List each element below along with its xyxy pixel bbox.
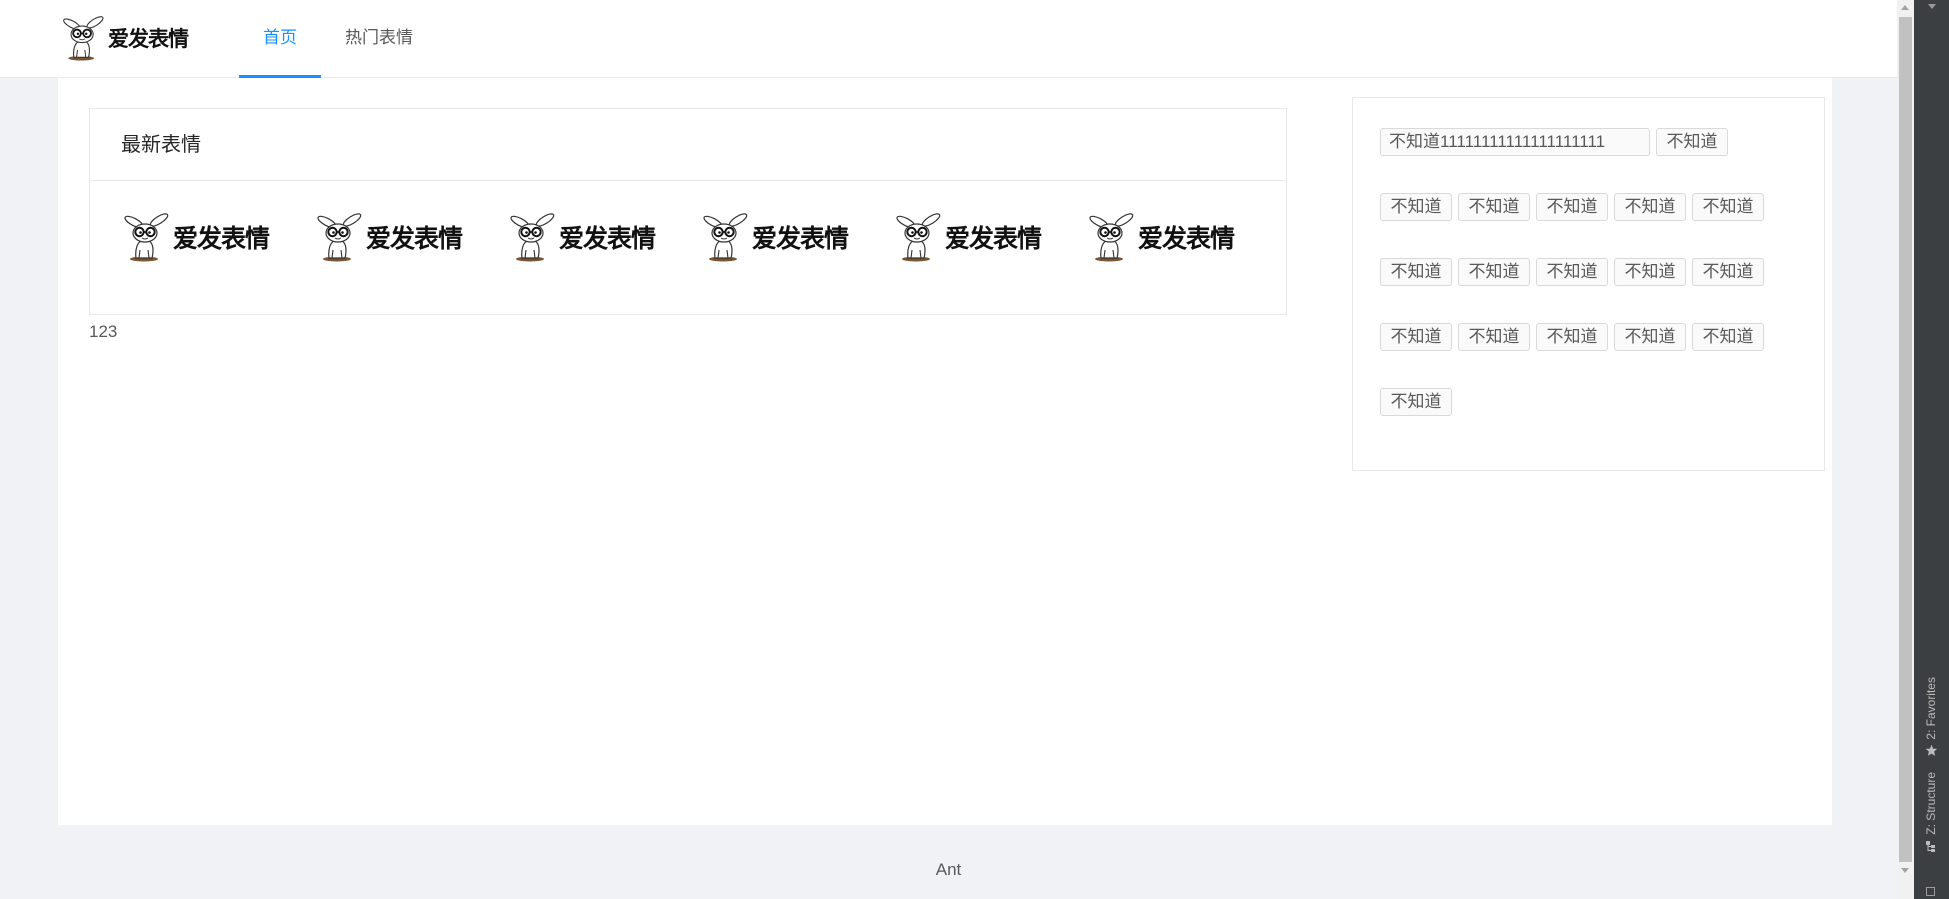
emoji-item[interactable]: 爱发表情 (700, 212, 862, 262)
tag[interactable]: 不知道 (1614, 258, 1686, 286)
tag-cloud-card: 不知道11111111111111111111 不知道 不知道 不知道 不知道 不知道 不知… (1352, 97, 1825, 471)
tag[interactable]: 不知道 (1458, 323, 1530, 351)
chevron-down-icon[interactable] (1928, 4, 1936, 9)
structure-icon (1926, 841, 1935, 852)
scroll-down-arrow-icon[interactable] (1901, 868, 1909, 873)
vertical-scrollbar[interactable] (1897, 0, 1914, 899)
tag[interactable]: 不知道 (1692, 323, 1764, 351)
latest-emojis-card: 最新表情 爱发表情 爱发表情 爱发表情 爱发表情 爱发表情 爱发表情 (89, 108, 1287, 315)
site-logo[interactable]: 爱发表情 (60, 15, 189, 61)
rabbit-with-glasses-icon (314, 212, 364, 262)
nav-item-hot-emojis[interactable]: 热门表情 (321, 0, 437, 78)
top-header: 爱发表情 首页 热门表情 (0, 0, 1897, 78)
tag[interactable]: 不知道 (1380, 193, 1452, 221)
emoji-caption: 爱发表情 (945, 224, 1042, 253)
footer-text: Ant (935, 860, 962, 879)
main-nav: 首页 热门表情 (239, 0, 437, 78)
emoji-caption: 爱发表情 (173, 224, 270, 253)
latest-emojis-title: 最新表情 (90, 109, 1286, 181)
tag[interactable]: 不知道 (1692, 193, 1764, 221)
emoji-caption: 爱发表情 (752, 224, 849, 253)
below-card-text: 123 (89, 322, 118, 341)
emoji-item[interactable]: 爱发表情 (893, 212, 1055, 262)
emoji-caption: 爱发表情 (366, 224, 463, 253)
star-icon (1925, 744, 1938, 756)
emoji-item[interactable]: 爱发表情 (314, 212, 476, 262)
structure-tab[interactable]: Z: Structure (1924, 772, 1938, 835)
tag[interactable]: 不知道 (1458, 193, 1530, 221)
tag[interactable]: 不知道 (1536, 258, 1608, 286)
tag[interactable]: 不知道11111111111111111111 (1380, 128, 1650, 156)
main-content: 最新表情 爱发表情 爱发表情 爱发表情 爱发表情 爱发表情 爱发表情 123 不知道111… (58, 78, 1832, 825)
tag-list: 不知道11111111111111111111 不知道 不知道 不知道 不知道 不知道 不知… (1380, 128, 1780, 453)
nav-item-home[interactable]: 首页 (239, 0, 321, 78)
ide-side-panel: 2: Favorites Z: Structure (1914, 0, 1949, 899)
rabbit-with-glasses-icon (507, 212, 557, 262)
panel-toggle-icon[interactable] (1926, 887, 1935, 896)
emoji-caption: 爱发表情 (1138, 224, 1235, 253)
tag[interactable]: 不知道 (1614, 323, 1686, 351)
tag[interactable]: 不知道 (1380, 323, 1452, 351)
favorites-tab[interactable]: 2: Favorites (1924, 677, 1938, 740)
rabbit-with-glasses-icon (121, 212, 171, 262)
rabbit-with-glasses-icon (60, 15, 106, 61)
emoji-item[interactable]: 爱发表情 (1086, 212, 1248, 262)
emoji-item[interactable]: 爱发表情 (121, 212, 283, 262)
tag[interactable]: 不知道 (1656, 128, 1728, 156)
tag[interactable]: 不知道 (1458, 258, 1530, 286)
tag[interactable]: 不知道 (1536, 193, 1608, 221)
scroll-up-arrow-icon[interactable] (1901, 5, 1909, 10)
emoji-caption: 爱发表情 (559, 224, 656, 253)
rabbit-with-glasses-icon (700, 212, 750, 262)
tag[interactable]: 不知道 (1380, 258, 1452, 286)
tag[interactable]: 不知道 (1536, 323, 1608, 351)
rabbit-with-glasses-icon (1086, 212, 1136, 262)
scroll-thumb[interactable] (1899, 17, 1912, 862)
emoji-list: 爱发表情 爱发表情 爱发表情 爱发表情 爱发表情 爱发表情 (90, 181, 1286, 262)
logo-text: 爱发表情 (108, 26, 189, 51)
tag[interactable]: 不知道 (1614, 193, 1686, 221)
tag[interactable]: 不知道 (1692, 258, 1764, 286)
emoji-item[interactable]: 爱发表情 (507, 212, 669, 262)
rabbit-with-glasses-icon (893, 212, 943, 262)
tag[interactable]: 不知道 (1380, 388, 1452, 416)
